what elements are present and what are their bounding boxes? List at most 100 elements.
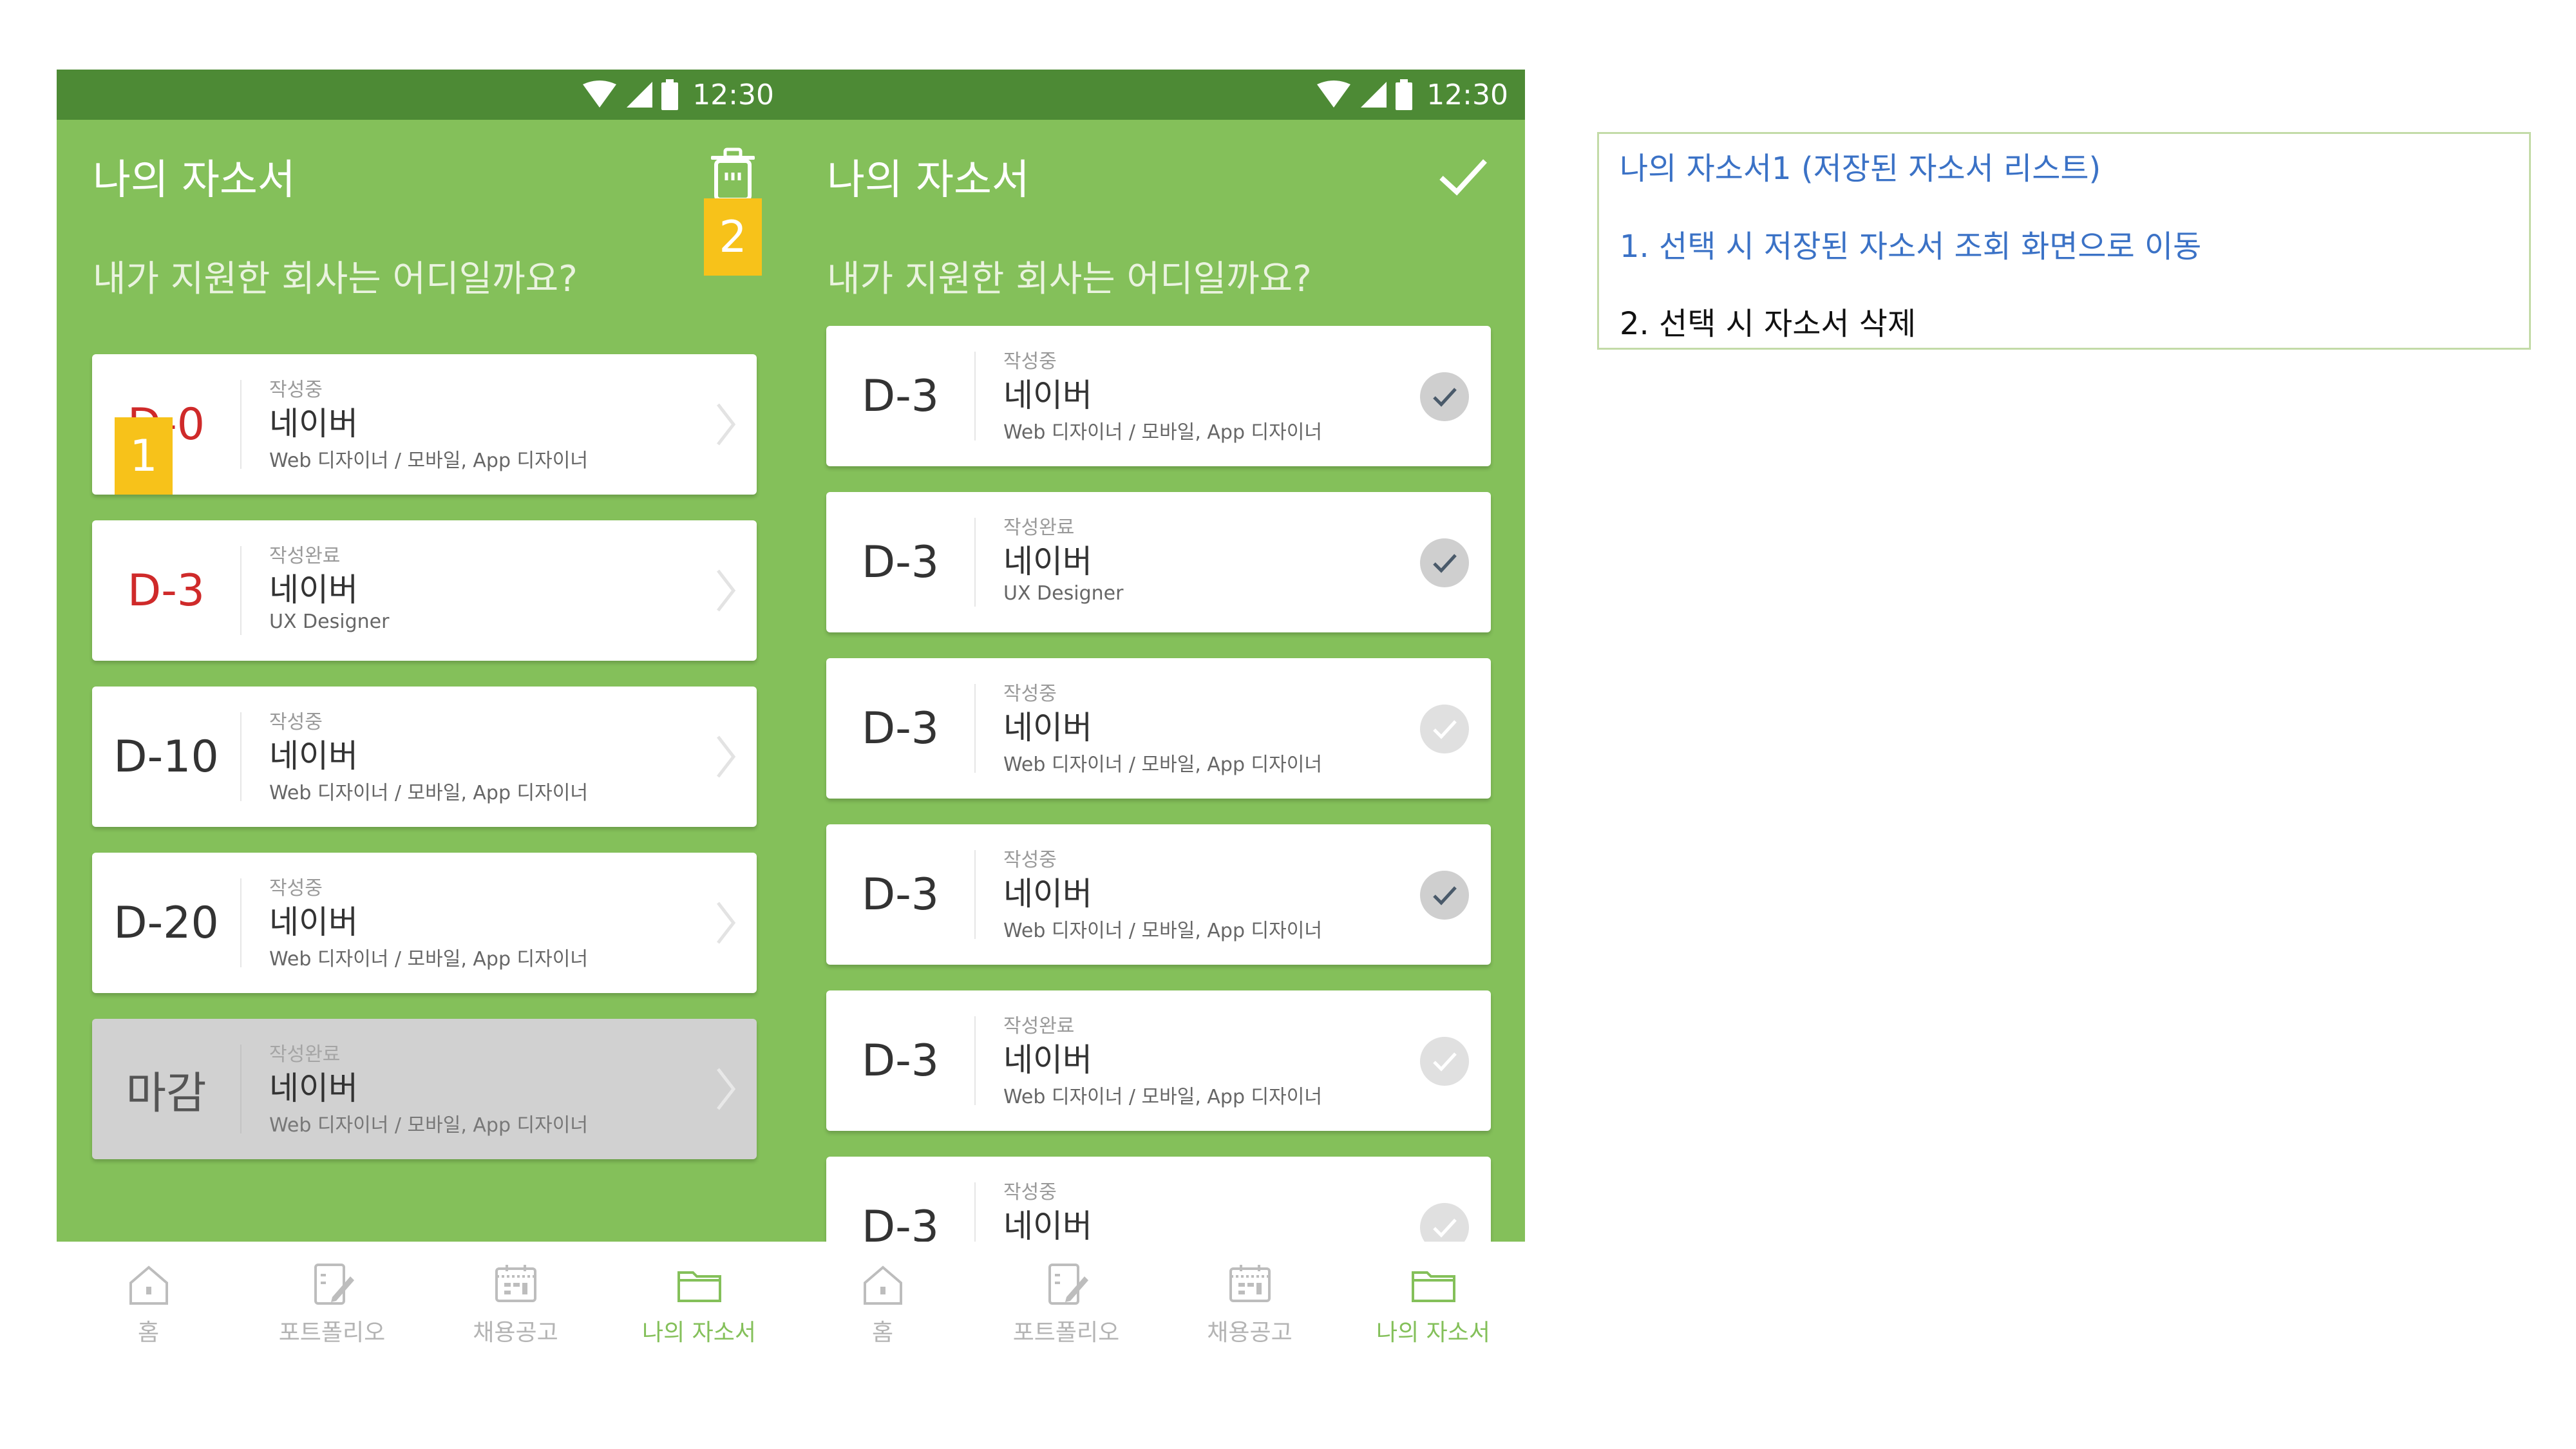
card-role: Web 디자이너 / 모바일, App 디자이너 xyxy=(269,782,588,804)
delete-button[interactable] xyxy=(708,147,757,202)
portfolio-icon xyxy=(307,1258,358,1310)
check-circle-icon[interactable] xyxy=(1419,537,1470,589)
dday-label: D-3 xyxy=(861,1035,940,1086)
resume-card[interactable]: D-3 작성중 네이버 Web 디자이너 / 모바일, App 디자이너 xyxy=(826,658,1491,799)
annotation-notes-box: 나의 자소서1 (저장된 자소서 리스트) 1. 선택 시 저장된 자소서 조회… xyxy=(1597,132,2531,350)
annotation-marker-2: 2 xyxy=(704,198,762,276)
dday-label: D-3 xyxy=(861,536,940,588)
dday-label: D-3 xyxy=(861,869,940,920)
dday-label: 마감 xyxy=(126,1068,207,1119)
folder-icon xyxy=(674,1258,725,1310)
card-company: 네이버 xyxy=(1003,543,1092,580)
card-company: 네이버 xyxy=(269,737,358,775)
chevron-right-icon xyxy=(714,568,737,613)
card-divider xyxy=(240,546,242,635)
card-role: Web 디자이너 / 모바일, App 디자이너 xyxy=(269,1114,588,1137)
chevron-right-icon xyxy=(714,402,737,447)
nav-item-portfolio[interactable]: 포트폴리오 xyxy=(240,1242,424,1364)
card-role: Web 디자이너 / 모바일, App 디자이너 xyxy=(1003,753,1322,776)
nav-label: 홈 xyxy=(871,1320,894,1346)
resume-card[interactable]: D-3 작성중 네이버 Web 디자이너 / 모바일, App 디자이너 xyxy=(826,326,1491,466)
check-circle-icon[interactable] xyxy=(1419,371,1470,422)
check-icon xyxy=(1434,159,1492,206)
bottom-nav: 홈 포트폴리오 채용공고 나의 자소서 xyxy=(57,1242,791,1364)
nav-item-my-resume[interactable]: 나의 자소서 xyxy=(1341,1242,1525,1364)
card-company: 네이버 xyxy=(1003,875,1092,913)
battery-icon xyxy=(1396,79,1413,110)
dday-label: D-3 xyxy=(861,370,940,422)
status-time: 12:30 xyxy=(692,78,774,111)
nav-label: 채용공고 xyxy=(1207,1320,1293,1346)
page-subtitle: 내가 지원한 회사는 어디일까요? xyxy=(93,258,578,300)
card-company: 네이버 xyxy=(269,571,358,609)
calendar-icon xyxy=(490,1258,542,1310)
nav-label: 채용공고 xyxy=(473,1320,558,1346)
card-divider xyxy=(974,850,976,939)
card-divider xyxy=(974,518,976,607)
resume-card[interactable]: D-3 작성완료 네이버 Web 디자이너 / 모바일, App 디자이너 xyxy=(826,990,1491,1131)
card-role: Web 디자이너 / 모바일, App 디자이너 xyxy=(1003,421,1322,444)
status-time: 12:30 xyxy=(1426,78,1508,111)
wifi-icon xyxy=(1316,80,1352,109)
resume-card[interactable]: D-0 작성중 네이버 Web 디자이너 / 모바일, App 디자이너 xyxy=(92,354,757,495)
battery-icon xyxy=(661,79,679,110)
page-title: 나의 자소서 xyxy=(93,156,296,204)
notes-title: 나의 자소서1 (저장된 자소서 리스트) xyxy=(1620,151,2101,187)
card-divider xyxy=(240,1045,242,1133)
resume-card[interactable]: D-3 작성중 네이버 Web 디자이너 / 모바일, App 디자이너 xyxy=(826,824,1491,965)
card-company: 네이버 xyxy=(1003,709,1092,746)
nav-item-my-resume[interactable]: 나의 자소서 xyxy=(607,1242,791,1364)
notes-item: 1. 선택 시 저장된 자소서 조회 화면으로 이동 xyxy=(1620,229,2202,265)
confirm-button[interactable] xyxy=(1434,152,1492,204)
resume-card[interactable]: D-20 작성중 네이버 Web 디자이너 / 모바일, App 디자이너 xyxy=(92,853,757,993)
annotation-marker-1: 1 xyxy=(115,417,173,495)
status-bar: 12:30 xyxy=(791,70,1525,120)
card-company: 네이버 xyxy=(269,904,358,941)
phone-screen-select: 12:30 나의 자소서 내가 지원한 회사는 어디일까요? D-3 작성중 네… xyxy=(791,70,1525,1364)
phone-screen-list: 12:30 나의 자소서 2 내가 지원한 회사는 어디일까요? 1 D-0 작… xyxy=(57,70,791,1364)
card-role: Web 디자이너 / 모바일, App 디자이너 xyxy=(269,450,588,472)
signal-icon xyxy=(625,80,654,109)
check-circle-icon[interactable] xyxy=(1419,703,1470,755)
card-company: 네이버 xyxy=(269,405,358,442)
bottom-nav: 홈 포트폴리오 채용공고 나의 자소서 xyxy=(791,1242,1525,1364)
dday-label: D-10 xyxy=(113,731,219,782)
card-divider xyxy=(240,878,242,967)
nav-label: 홈 xyxy=(137,1320,160,1346)
card-company: 네이버 xyxy=(1003,377,1092,414)
card-role: Web 디자이너 / 모바일, App 디자이너 xyxy=(1003,920,1322,942)
nav-item-jobs[interactable]: 채용공고 xyxy=(424,1242,607,1364)
dday-label: D-20 xyxy=(113,897,219,949)
nav-item-jobs[interactable]: 채용공고 xyxy=(1158,1242,1341,1364)
wifi-icon xyxy=(582,80,618,109)
portfolio-icon xyxy=(1041,1258,1092,1310)
resume-card[interactable]: D-3 작성완료 네이버 UX Designer xyxy=(826,492,1491,632)
dday-label: D-3 xyxy=(861,703,940,754)
folder-icon xyxy=(1408,1258,1459,1310)
nav-item-home[interactable]: 홈 xyxy=(791,1242,974,1364)
card-divider xyxy=(240,380,242,469)
card-company: 네이버 xyxy=(269,1070,358,1107)
check-circle-icon[interactable] xyxy=(1419,1036,1470,1087)
dday-label: D-3 xyxy=(127,565,205,616)
card-role: UX Designer xyxy=(269,611,390,633)
notes-item: 2. 선택 시 자소서 삭제 xyxy=(1620,306,1917,342)
nav-label: 포트폴리오 xyxy=(278,1320,386,1346)
calendar-icon xyxy=(1224,1258,1276,1310)
resume-card[interactable]: D-3 작성완료 네이버 UX Designer xyxy=(92,520,757,661)
check-circle-icon[interactable] xyxy=(1419,869,1470,921)
page-title: 나의 자소서 xyxy=(827,156,1030,204)
chevron-right-icon xyxy=(714,734,737,779)
card-divider xyxy=(974,684,976,773)
home-icon xyxy=(123,1258,175,1310)
nav-item-home[interactable]: 홈 xyxy=(57,1242,240,1364)
home-icon xyxy=(857,1258,909,1310)
resume-card-closed[interactable]: 마감 작성완료 네이버 Web 디자이너 / 모바일, App 디자이너 xyxy=(92,1019,757,1159)
card-role: UX Designer xyxy=(1003,582,1124,605)
card-role: Web 디자이너 / 모바일, App 디자이너 xyxy=(269,948,588,971)
nav-item-portfolio[interactable]: 포트폴리오 xyxy=(974,1242,1158,1364)
card-company: 네이버 xyxy=(1003,1041,1092,1079)
chevron-right-icon xyxy=(714,900,737,945)
card-divider xyxy=(240,712,242,801)
resume-card[interactable]: D-10 작성중 네이버 Web 디자이너 / 모바일, App 디자이너 xyxy=(92,687,757,827)
